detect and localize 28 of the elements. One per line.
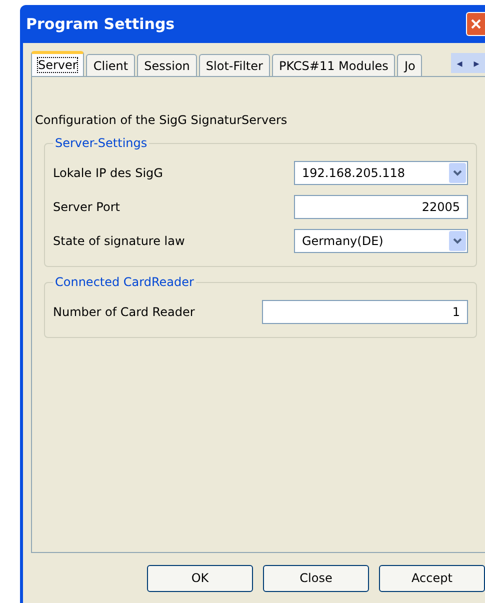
tab-scroll-buttons[interactable]: ◂ ▸ — [451, 53, 485, 73]
dialog-button[interactable]: OK — [147, 564, 253, 592]
tab[interactable]: PKCS#11 Modules — [272, 54, 396, 76]
field-label: Server Port — [53, 200, 120, 214]
scroll-arrow[interactable]: ▸ — [474, 56, 480, 70]
field-label: Number of Card Reader — [53, 305, 195, 319]
window-title: Program Settings — [26, 15, 175, 33]
dropdown-icon[interactable] — [449, 231, 466, 251]
group-title: Connected CardReader — [54, 275, 195, 289]
field-label: Lokale IP des SigG — [53, 166, 163, 180]
dialog-button[interactable]: Close — [263, 564, 369, 592]
dropdown-icon[interactable] — [449, 163, 466, 183]
field-label: State of signature law — [53, 234, 185, 248]
dialog-button[interactable]: Accept — [379, 564, 485, 592]
input-field[interactable]: 22005 — [294, 195, 468, 219]
input-field[interactable]: 1 — [262, 300, 468, 324]
close-icon — [471, 19, 481, 29]
dropdown-field[interactable]: 192.168.205.118 — [294, 161, 468, 185]
dropdown-field[interactable]: Germany(DE) — [294, 229, 468, 253]
tab[interactable]: Jo — [397, 54, 422, 76]
scroll-arrow[interactable]: ◂ — [456, 56, 462, 70]
group-title: Server-Settings — [54, 136, 148, 150]
description-text: Configuration of the SigG SignaturServers — [35, 113, 288, 127]
close-button[interactable] — [466, 12, 485, 36]
tab[interactable]: Session — [137, 54, 197, 76]
tab[interactable]: Server — [31, 51, 84, 76]
tab[interactable]: Client — [86, 54, 136, 76]
tab[interactable]: Slot-Filter — [198, 54, 270, 76]
